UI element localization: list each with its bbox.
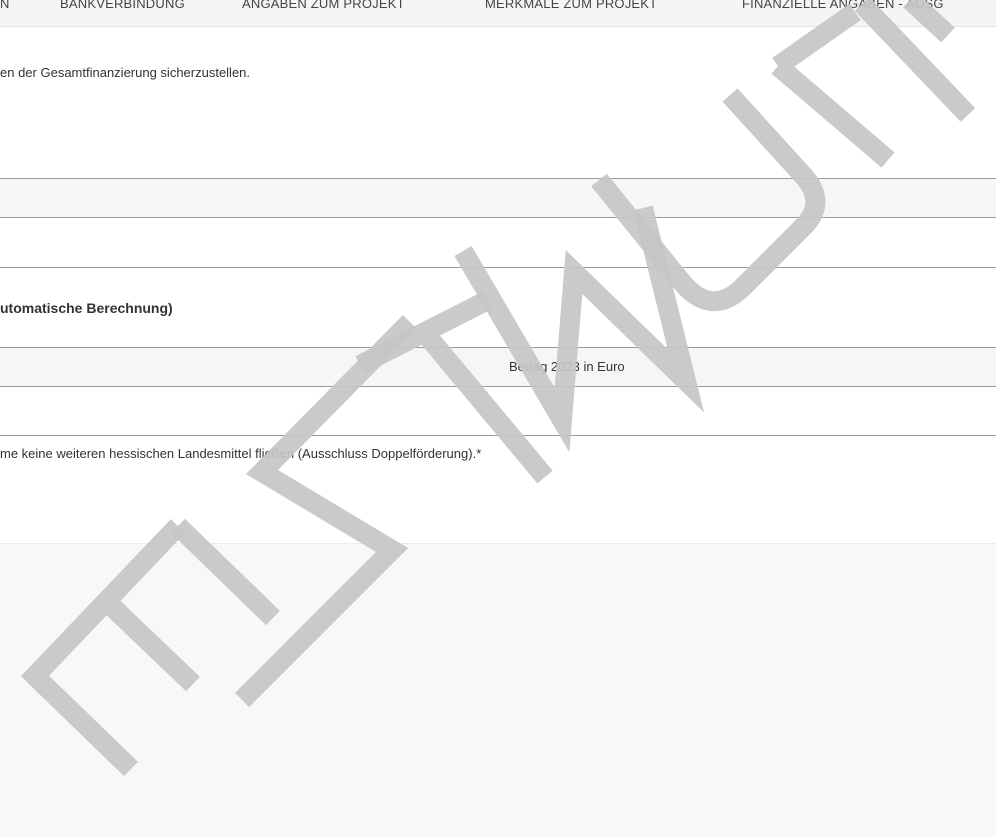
divider xyxy=(0,217,996,218)
table-header-row-2 xyxy=(0,347,996,386)
form-content: en der Gesamtfinanzierung sicherzustelle… xyxy=(0,27,996,544)
tab-angaben-zum-projekt[interactable]: ANGABEN ZUM PROJEKT xyxy=(242,0,405,12)
intro-text: en der Gesamtfinanzierung sicherzustelle… xyxy=(0,65,251,80)
table-header-row-1 xyxy=(0,178,996,217)
divider xyxy=(0,435,996,436)
tab-finanzielle-angaben[interactable]: FINANZIELLE ANGABEN - AUSG xyxy=(742,0,944,12)
divider xyxy=(0,267,996,268)
tab-bankverbindung[interactable]: BANKVERBINDUNG xyxy=(60,0,185,12)
section-heading: utomatische Berechnung) xyxy=(0,300,173,316)
divider xyxy=(0,178,996,179)
divider xyxy=(0,386,996,387)
tab-bar: N BANKVERBINDUNG ANGABEN ZUM PROJEKT MER… xyxy=(0,0,996,27)
table-header-amount: Betrag 2023 in Euro xyxy=(509,359,625,374)
watermark-letter-e xyxy=(20,519,200,777)
declaration-text: me keine weiteren hessischen Landesmitte… xyxy=(0,446,482,461)
tab-previous[interactable]: N xyxy=(0,0,10,12)
divider xyxy=(0,347,996,348)
tab-merkmale-zum-projekt[interactable]: MERKMALE ZUM PROJEKT xyxy=(485,0,657,12)
